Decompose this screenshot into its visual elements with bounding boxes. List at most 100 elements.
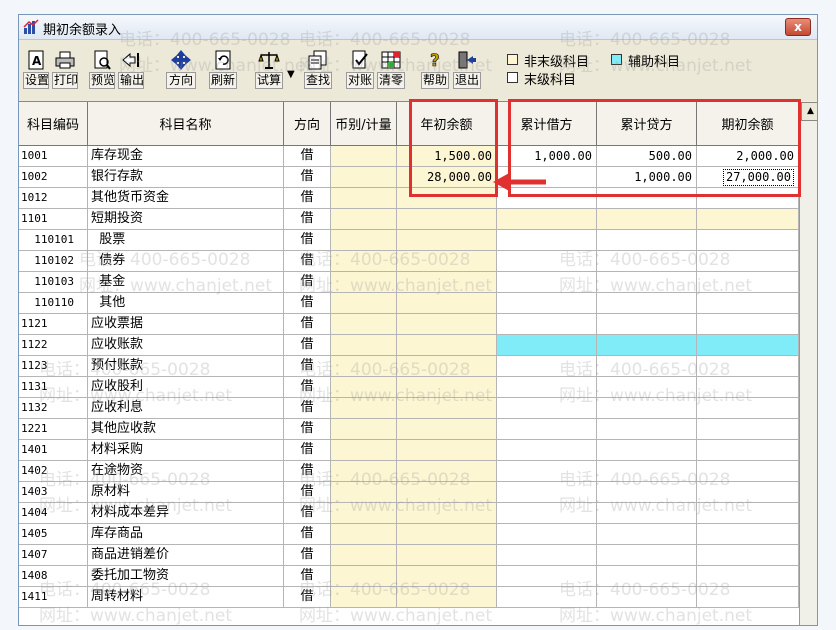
opening-balance-cell[interactable] [397,377,497,397]
accumulated-credit-cell[interactable] [597,524,697,544]
currency-cell[interactable] [331,209,397,229]
opening-balance-cell[interactable] [397,356,497,376]
accumulated-debit-cell[interactable] [497,587,597,607]
opening-balance-cell[interactable] [397,440,497,460]
currency-cell[interactable] [331,167,397,187]
currency-cell[interactable] [331,335,397,355]
accumulated-credit-cell[interactable] [597,440,697,460]
accumulated-debit-cell[interactable] [497,419,597,439]
currency-cell[interactable] [331,461,397,481]
accumulated-credit-cell[interactable]: 1,000.00 [597,167,697,187]
currency-cell[interactable] [331,314,397,334]
balance-cell[interactable] [697,503,799,523]
accumulated-credit-cell[interactable] [597,230,697,250]
print-button[interactable]: 打印 [52,49,78,93]
currency-cell[interactable] [331,545,397,565]
table-row[interactable]: 1132 应收利息借 [19,398,799,419]
opening-balance-cell[interactable] [397,272,497,292]
accumulated-credit-cell[interactable] [597,251,697,271]
currency-cell[interactable] [331,503,397,523]
balance-cell[interactable] [697,188,799,208]
accumulated-debit-cell[interactable] [497,251,597,271]
accumulated-debit-cell[interactable] [497,524,597,544]
accumulated-debit-cell[interactable] [497,356,597,376]
accumulated-credit-cell[interactable] [597,419,697,439]
balance-cell[interactable] [697,587,799,607]
currency-cell[interactable] [331,251,397,271]
balance-cell[interactable]: 27,000.00 [697,167,799,187]
balance-cell[interactable] [697,377,799,397]
balance-cell[interactable] [697,314,799,334]
accumulated-debit-cell[interactable] [497,545,597,565]
accumulated-credit-cell[interactable] [597,356,697,376]
balance-cell[interactable] [697,230,799,250]
currency-cell[interactable] [331,356,397,376]
balance-cell[interactable] [697,524,799,544]
accumulated-debit-cell[interactable] [497,461,597,481]
table-row[interactable]: 1405 库存商品借 [19,524,799,545]
setup-button[interactable]: A 设置 [23,49,49,93]
balance-cell[interactable] [697,461,799,481]
currency-cell[interactable] [331,440,397,460]
vertical-scrollbar[interactable]: ▲ [799,101,817,625]
accumulated-debit-cell[interactable] [497,440,597,460]
accumulated-debit-cell[interactable] [497,503,597,523]
accumulated-debit-cell[interactable] [497,188,597,208]
balance-cell[interactable] [697,251,799,271]
header-currency[interactable]: 币别/计量 [331,102,397,146]
balance-cell[interactable] [697,419,799,439]
currency-cell[interactable] [331,587,397,607]
header-opening[interactable]: 年初余额 [397,102,497,146]
accumulated-debit-cell[interactable] [497,314,597,334]
accumulated-credit-cell[interactable] [597,377,697,397]
preview-button[interactable]: 预览 [89,49,115,93]
accumulated-credit-cell[interactable] [597,209,697,229]
table-row[interactable]: 1002 银行存款借 28,000.00 1,000.00 27,000.00 [19,167,799,188]
currency-cell[interactable] [331,188,397,208]
table-row[interactable]: 1404 材料成本差异借 [19,503,799,524]
opening-balance-cell[interactable] [397,398,497,418]
table-row[interactable]: 1123 预付账款借 [19,356,799,377]
balance-cell[interactable] [697,293,799,313]
table-row[interactable]: 1411 周转材料借 [19,587,799,608]
table-row[interactable]: 1402 在途物资借 [19,461,799,482]
header-code[interactable]: 科目编码 [19,102,88,146]
opening-balance-cell[interactable] [397,545,497,565]
table-row[interactable]: 110110 其他借 [19,293,799,314]
table-row[interactable]: 1407 商品进销差价借 [19,545,799,566]
accumulated-credit-cell[interactable] [597,335,697,355]
export-button[interactable]: 输出 [118,49,144,93]
help-button[interactable]: ? 帮助 [421,49,449,93]
balance-cell[interactable] [697,335,799,355]
accumulated-credit-cell[interactable] [597,566,697,586]
balance-cell[interactable] [697,482,799,502]
table-row[interactable]: 110102 债券借 [19,251,799,272]
balance-cell[interactable] [697,272,799,292]
opening-balance-cell[interactable]: 1,500.00 [397,146,497,166]
accumulated-credit-cell[interactable]: 500.00 [597,146,697,166]
accumulated-debit-cell[interactable] [497,230,597,250]
currency-cell[interactable] [331,524,397,544]
scroll-up-arrow-icon[interactable]: ▲ [801,102,817,121]
accumulated-credit-cell[interactable] [597,398,697,418]
exit-button[interactable]: 退出 [453,49,481,93]
opening-balance-cell[interactable] [397,419,497,439]
clear-button[interactable]: 清零 [377,49,405,93]
accumulated-debit-cell[interactable] [497,335,597,355]
opening-balance-cell[interactable]: 28,000.00 [397,167,497,187]
balance-cell[interactable] [697,398,799,418]
currency-cell[interactable] [331,419,397,439]
accumulated-credit-cell[interactable] [597,545,697,565]
accumulated-debit-cell[interactable] [497,293,597,313]
direction-button[interactable]: 方向 [166,49,196,93]
table-row[interactable]: 1401 材料采购借 [19,440,799,461]
opening-balance-cell[interactable] [397,503,497,523]
find-button[interactable]: 查找 [304,49,332,93]
table-row[interactable]: 1101 短期投资借 [19,209,799,230]
accumulated-debit-cell[interactable] [497,482,597,502]
table-row[interactable]: 1012 其他货币资金借 [19,188,799,209]
header-balance[interactable]: 期初余额 [697,102,799,146]
currency-cell[interactable] [331,293,397,313]
close-button[interactable]: x [785,18,811,36]
accumulated-debit-cell[interactable]: 1,000.00 [497,146,597,166]
